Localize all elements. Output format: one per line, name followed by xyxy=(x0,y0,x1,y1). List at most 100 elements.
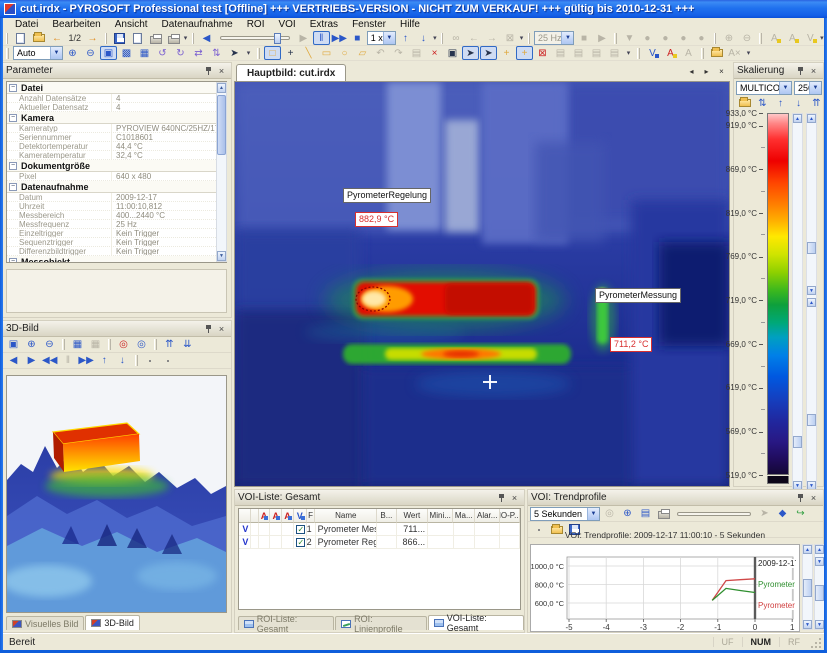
voi-new-button[interactable]: V xyxy=(644,46,661,60)
pin-button[interactable] xyxy=(202,323,215,335)
thermal-image[interactable]: PyrometerRegelung 882,9 °C PyrometerMess… xyxy=(234,81,730,487)
remove-frame-button[interactable]: ⊠ xyxy=(501,31,518,45)
open-file-button[interactable] xyxy=(30,31,47,45)
flip-horizontal-button[interactable]: ⇄ xyxy=(190,46,207,60)
scrollbar-thumb[interactable] xyxy=(217,95,226,155)
param-row[interactable]: Aktueller Datensatz4 xyxy=(7,103,226,112)
param-row[interactable]: Datum2009-12-17 xyxy=(7,193,226,202)
view3d-image[interactable] xyxy=(6,375,227,613)
param-row[interactable]: Pixel640 x 480 xyxy=(7,172,226,181)
io-config-button[interactable] xyxy=(708,46,725,60)
pin-button[interactable] xyxy=(794,65,807,77)
param-row[interactable]: Detektortemperatur44,4 °C xyxy=(7,142,226,151)
roi-group1-button[interactable]: ▤ xyxy=(552,46,569,60)
toolbar-grip[interactable] xyxy=(105,33,107,44)
view3d-rewind-button[interactable]: ◀◀ xyxy=(41,354,58,368)
param-row[interactable]: Uhrzeit11:00:10,812 xyxy=(7,202,226,211)
roi-add-point-button[interactable]: + xyxy=(498,46,515,60)
roi-del-point-button[interactable]: + xyxy=(516,46,533,60)
scale-auto-button[interactable]: ⇅ xyxy=(754,96,771,110)
last-frame-button[interactable]: ■ xyxy=(349,31,366,45)
toolbar-grip[interactable] xyxy=(192,33,194,44)
speed-combobox[interactable]: 1 x ▼ xyxy=(367,31,396,45)
roi-delete-button[interactable]: × xyxy=(426,46,443,60)
roi-resize-button[interactable]: ➤ xyxy=(480,46,497,60)
scroll-up-button[interactable]: ▲ xyxy=(217,83,226,93)
combo-arrow-icon[interactable]: ▼ xyxy=(809,82,821,94)
voi-column-a[interactable]: A xyxy=(259,509,271,523)
roi-copy-button[interactable]: ▤ xyxy=(408,46,425,60)
toolbar-grip[interactable] xyxy=(637,48,640,59)
toolbar-grip[interactable] xyxy=(154,339,157,350)
voi-column-ma[interactable]: Ma... xyxy=(453,509,475,523)
param-section-datenaufnahme[interactable]: −Datenaufnahme xyxy=(7,181,226,193)
param-row[interactable]: Messbereich400...2440 °C xyxy=(7,211,226,220)
prev-frame-button[interactable]: ← xyxy=(48,31,65,45)
voi-visible-checkbox[interactable]: ✓ xyxy=(296,538,305,547)
save-button[interactable] xyxy=(111,31,128,45)
position-slider-thumb[interactable] xyxy=(274,33,281,44)
view3d-pause-button[interactable]: ‖ xyxy=(59,354,76,368)
combo-arrow-icon[interactable]: ▼ xyxy=(383,32,395,44)
tab-voi-liste-gesamt[interactable]: VOI-Liste: Gesamt xyxy=(428,615,524,630)
toolbar-overflow-button[interactable]: ▾ xyxy=(244,49,253,57)
voi-column-mini[interactable]: Mini... xyxy=(428,509,453,523)
tab-prev-button[interactable]: ◂ xyxy=(685,65,698,78)
toolbar-grip[interactable] xyxy=(62,339,65,350)
alarm-a1-button[interactable]: A xyxy=(766,31,783,45)
view3d-up-button[interactable]: ↑ xyxy=(96,354,113,368)
view3d-ffwd-button[interactable]: ▶▶ xyxy=(77,354,94,368)
toolbar-overflow-button[interactable]: ▾ xyxy=(183,34,187,42)
roi-edit-button[interactable]: ▣ xyxy=(444,46,461,60)
zoom-doc-out-button[interactable]: ⊖ xyxy=(738,31,755,45)
speed-up-button[interactable]: ↑ xyxy=(397,31,414,45)
slider-up-button[interactable]: ▲ xyxy=(793,114,802,123)
tab-roi-linienprofile[interactable]: ROI: Linienprofile xyxy=(335,616,427,630)
toolbar-grip[interactable] xyxy=(759,33,761,44)
toolbar-grip[interactable] xyxy=(135,355,138,366)
palette-view-button[interactable]: ▩ xyxy=(118,46,135,60)
roi-redo-button[interactable]: ↷ xyxy=(390,46,407,60)
parameter-scrollbar[interactable]: ▲ ▼ xyxy=(216,82,227,262)
voi-visible-checkbox[interactable]: ✓ xyxy=(296,525,305,534)
trend-print-button[interactable] xyxy=(655,507,672,521)
combo-arrow-icon[interactable]: ▼ xyxy=(587,508,599,520)
pointer-mode-button[interactable]: ➤ xyxy=(226,46,243,60)
param-section-kamera[interactable]: −Kamera xyxy=(7,112,226,124)
param-row[interactable]: SeriennummerC1018601 xyxy=(7,133,226,142)
annotation-pyrometerregelung[interactable]: PyrometerRegelung xyxy=(343,188,431,203)
voi-column-a[interactable]: A xyxy=(270,509,282,523)
record-single2-button[interactable]: ● xyxy=(657,31,674,45)
roi-move-button[interactable]: ➤ xyxy=(462,46,479,60)
toolbar-grip[interactable] xyxy=(6,48,9,59)
toolbar-overflow-button[interactable]: ▾ xyxy=(519,34,523,42)
slider-down-button[interactable]: ▼ xyxy=(807,286,816,295)
close-button[interactable]: × xyxy=(215,323,228,335)
menu-datei[interactable]: Datei xyxy=(9,19,44,30)
pause-button[interactable]: ‖ xyxy=(313,31,330,45)
view3d-fit-button[interactable]: ▣ xyxy=(5,338,22,352)
combo-arrow-icon[interactable]: ▼ xyxy=(561,32,573,44)
toolbar-grip[interactable] xyxy=(108,339,111,350)
goto-next-button[interactable]: → xyxy=(483,31,500,45)
voi-row[interactable]: V✓1Pyrometer Mes...711... xyxy=(239,523,520,536)
scale-min-up-button[interactable]: ⇈ xyxy=(808,96,825,110)
start-record-button[interactable]: ▶ xyxy=(593,31,610,45)
collapse-icon[interactable]: − xyxy=(9,84,17,92)
tab-3d-bild[interactable]: 3D-Bild xyxy=(85,615,140,630)
param-section-datei[interactable]: −Datei xyxy=(7,82,226,94)
roi-point-button[interactable]: + xyxy=(282,46,299,60)
resize-grip[interactable] xyxy=(808,635,822,649)
voi-column-v[interactable]: V xyxy=(294,509,307,523)
voi-column-blank[interactable] xyxy=(239,509,251,523)
tab-visuelles-bild[interactable]: Visuelles Bild xyxy=(6,616,84,630)
scroll-down-button[interactable]: ▼ xyxy=(815,620,824,629)
speed-down-button[interactable]: ↓ xyxy=(415,31,432,45)
trend-detach-button[interactable]: ↪ xyxy=(792,507,809,521)
annotation-pyrometermessung[interactable]: PyrometerMessung xyxy=(595,288,681,303)
trend-lock-button[interactable]: ➤ xyxy=(756,507,773,521)
toolbar-overflow-button[interactable]: ▾ xyxy=(433,34,437,42)
close-button[interactable]: × xyxy=(215,65,228,77)
voi-column-blank[interactable] xyxy=(251,509,259,523)
rotate-right-button[interactable]: ↻ xyxy=(172,46,189,60)
